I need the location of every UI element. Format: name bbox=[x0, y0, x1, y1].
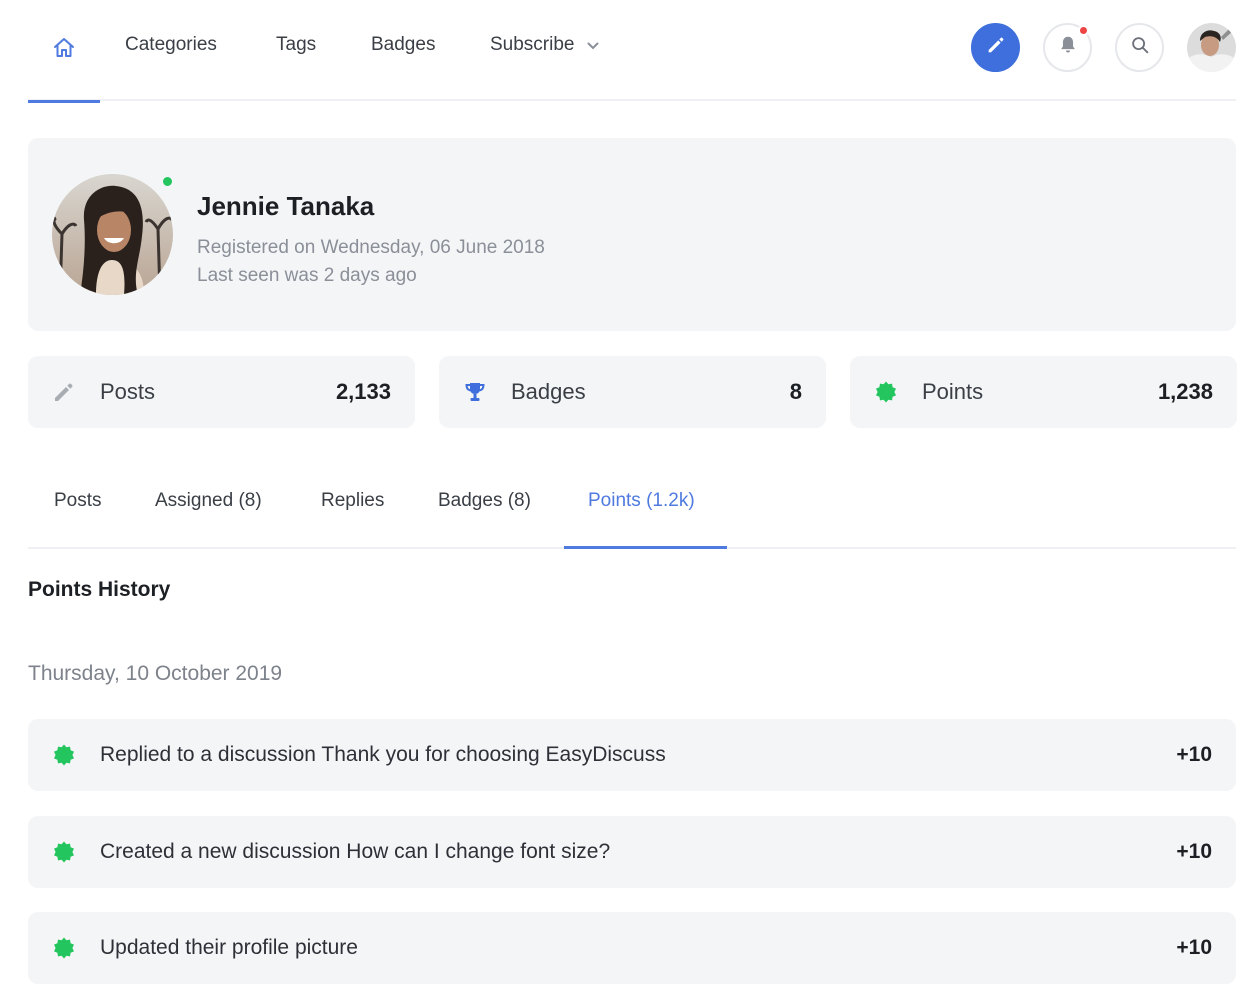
stat-posts[interactable]: Posts 2,133 bbox=[28, 356, 415, 428]
history-item: Updated their profile picture +10 bbox=[28, 912, 1236, 984]
stat-points-label: Points bbox=[922, 379, 984, 404]
stat-points-value: 1,238 bbox=[1157, 379, 1213, 404]
profile-avatar[interactable] bbox=[52, 174, 174, 295]
home-icon bbox=[52, 36, 76, 65]
notification-dot bbox=[1078, 24, 1089, 36]
stat-badges-value: 8 bbox=[789, 379, 802, 404]
profile-tabs: Posts Assigned (8) Replies Badges (8) Po… bbox=[28, 458, 1236, 549]
profile-card: Jennie Tanaka Registered on Wednesday, 0… bbox=[28, 138, 1236, 331]
tab-replies[interactable]: Replies bbox=[321, 490, 384, 512]
nav-actions bbox=[971, 22, 1236, 72]
notifications-button[interactable] bbox=[1043, 22, 1092, 72]
points-history-title: Points History bbox=[28, 578, 171, 601]
chevron-down-icon bbox=[587, 34, 599, 56]
tab-points[interactable]: Points (1.2k) bbox=[588, 490, 695, 512]
stat-points[interactable]: Points 1,238 bbox=[850, 356, 1237, 428]
history-item: Created a new discussion How can I chang… bbox=[28, 816, 1236, 888]
compose-button[interactable] bbox=[971, 22, 1020, 72]
pencil-icon bbox=[52, 380, 76, 404]
stat-posts-label: Posts bbox=[100, 379, 156, 404]
nav-badges[interactable]: Badges bbox=[371, 34, 435, 56]
history-date: Thursday, 10 October 2019 bbox=[28, 662, 283, 685]
tab-assigned[interactable]: Assigned (8) bbox=[155, 490, 262, 512]
history-item: Replied to a discussion Thank you for ch… bbox=[28, 719, 1236, 791]
points-badge-icon bbox=[874, 380, 898, 404]
nav-categories[interactable]: Categories bbox=[125, 34, 217, 56]
stat-badges-label: Badges bbox=[511, 379, 586, 404]
nav-subscribe-dropdown[interactable]: Subscribe bbox=[490, 34, 599, 56]
user-avatar[interactable] bbox=[1187, 22, 1236, 72]
search-icon bbox=[1129, 34, 1151, 61]
profile-last-seen: Last seen was 2 days ago bbox=[197, 265, 417, 286]
pencil-icon bbox=[985, 34, 1007, 61]
tab-badges[interactable]: Badges (8) bbox=[438, 490, 531, 512]
nav-subscribe-label: Subscribe bbox=[490, 34, 575, 55]
tab-posts[interactable]: Posts bbox=[54, 490, 102, 512]
points-badge-icon bbox=[52, 743, 76, 767]
points-badge-icon bbox=[52, 840, 76, 864]
online-status-dot bbox=[161, 175, 174, 188]
history-item-points: +10 bbox=[1176, 936, 1212, 959]
stat-posts-value: 2,133 bbox=[335, 379, 391, 404]
profile-registered: Registered on Wednesday, 06 June 2018 bbox=[197, 237, 545, 258]
history-item-text: Replied to a discussion Thank you for ch… bbox=[100, 743, 666, 766]
trophy-icon bbox=[463, 380, 487, 404]
nav-home[interactable] bbox=[28, 0, 100, 103]
top-navigation: Categories Tags Badges Subscribe bbox=[28, 0, 1236, 103]
history-item-points: +10 bbox=[1176, 743, 1212, 766]
history-item-text: Updated their profile picture bbox=[100, 936, 358, 959]
active-tab-indicator bbox=[564, 546, 727, 549]
nav-tags[interactable]: Tags bbox=[276, 34, 316, 56]
search-button[interactable] bbox=[1115, 22, 1164, 72]
profile-name: Jennie Tanaka bbox=[197, 191, 375, 221]
history-item-points: +10 bbox=[1176, 840, 1212, 863]
history-item-text: Created a new discussion How can I chang… bbox=[100, 840, 611, 863]
bell-icon bbox=[1057, 34, 1079, 61]
stat-badges[interactable]: Badges 8 bbox=[439, 356, 826, 428]
points-badge-icon bbox=[52, 936, 76, 960]
